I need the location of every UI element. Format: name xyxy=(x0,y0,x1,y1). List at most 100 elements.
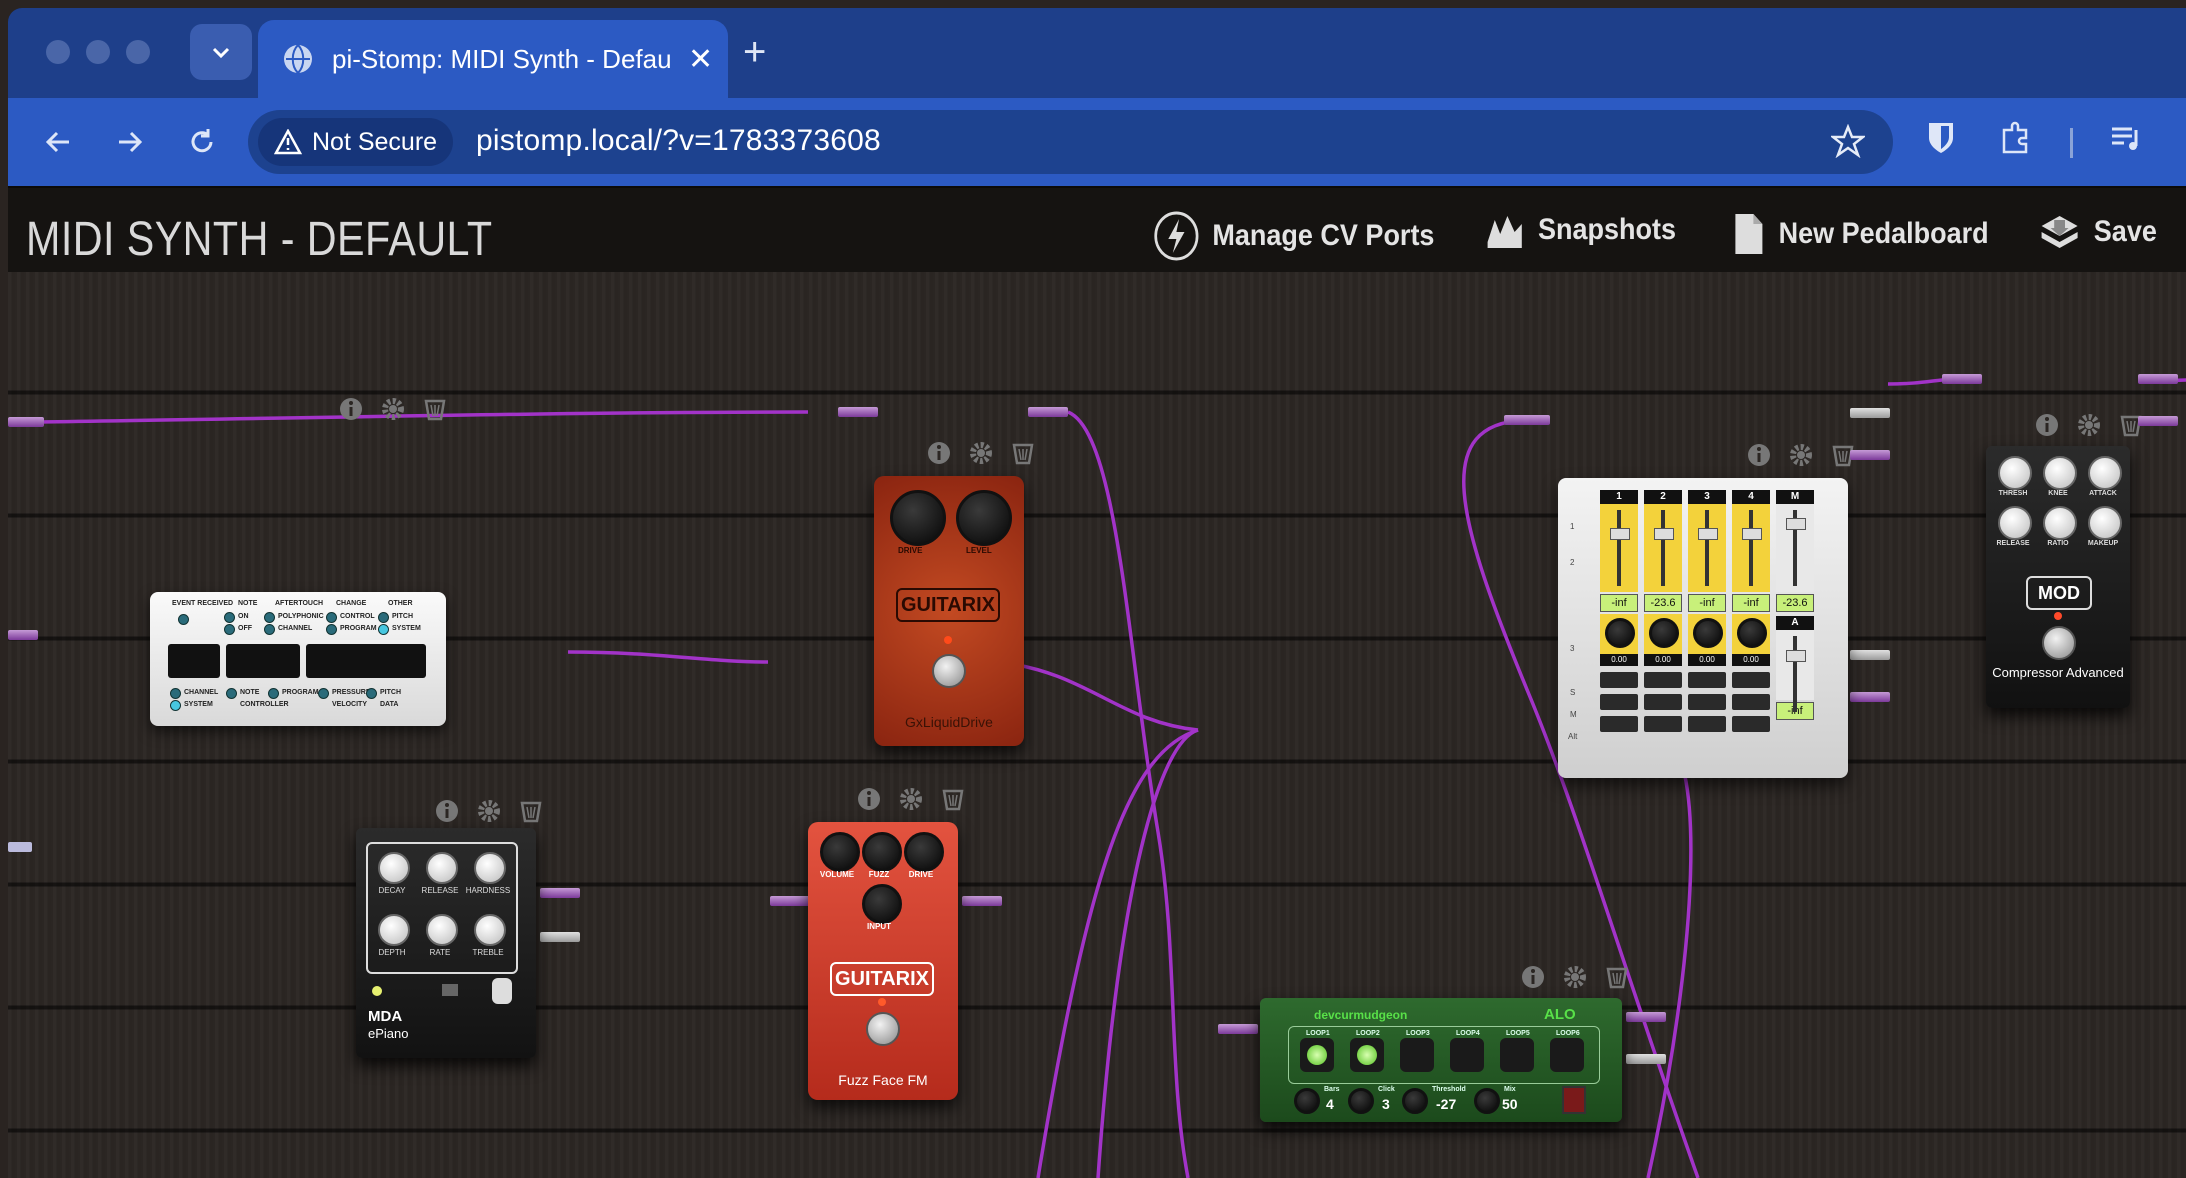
fader-cap[interactable] xyxy=(1610,528,1630,540)
back-button[interactable] xyxy=(34,118,82,166)
alt-button[interactable] xyxy=(1688,716,1726,732)
info-icon[interactable] xyxy=(1520,964,1546,990)
alt-button[interactable] xyxy=(1600,716,1638,732)
gear-icon[interactable] xyxy=(1562,964,1588,990)
alo-output-jack-2[interactable] xyxy=(1626,1054,1666,1064)
pan-knob[interactable] xyxy=(1693,618,1723,648)
drive-input-jack[interactable] xyxy=(838,407,878,417)
manage-cv-ports-button[interactable]: Manage CV Ports xyxy=(1153,210,1434,262)
mixer-output-jack[interactable] xyxy=(1850,408,1890,418)
info-icon[interactable] xyxy=(2034,412,2060,438)
save-button[interactable]: Save xyxy=(2038,210,2157,254)
loop-4-button[interactable] xyxy=(1450,1038,1484,1072)
mute-button[interactable] xyxy=(1732,694,1770,710)
threshold-knob[interactable] xyxy=(1402,1088,1428,1114)
loop-3-button[interactable] xyxy=(1400,1038,1434,1072)
thresh-knob[interactable] xyxy=(1998,456,2032,490)
bookmark-star-icon[interactable] xyxy=(1831,124,1865,158)
extensions-puzzle-icon[interactable] xyxy=(1998,120,2034,156)
send-button[interactable] xyxy=(1732,672,1770,688)
level-fader[interactable] xyxy=(1732,504,1770,592)
info-icon[interactable] xyxy=(1746,442,1772,468)
pan-knob[interactable] xyxy=(1649,618,1679,648)
security-chip[interactable]: Not Secure xyxy=(258,118,454,166)
fuzz-knob[interactable] xyxy=(862,832,902,872)
forward-button[interactable] xyxy=(106,118,154,166)
window-minimize-dot[interactable] xyxy=(86,40,110,64)
tab-search-button[interactable] xyxy=(190,24,252,80)
window-close-dot[interactable] xyxy=(46,40,70,64)
mute-button[interactable] xyxy=(1600,694,1638,710)
gx-liquid-drive-pedal[interactable]: DRIVE LEVEL GUITARIX GxLiquidDrive xyxy=(874,476,1024,746)
trash-icon[interactable] xyxy=(940,786,966,812)
gear-icon[interactable] xyxy=(968,440,994,466)
alo-output-jack[interactable] xyxy=(1626,1012,1666,1022)
compressor-advanced-pedal[interactable]: THRESH KNEE ATTACK RELEASE RATIO MAKEUP … xyxy=(1986,446,2130,708)
treble-knob[interactable] xyxy=(474,914,506,946)
release-knob[interactable] xyxy=(426,852,458,884)
system-cv-plug[interactable] xyxy=(8,842,32,852)
knee-knob[interactable] xyxy=(2043,456,2077,490)
fader-cap[interactable] xyxy=(1698,528,1718,540)
send-button[interactable] xyxy=(1688,672,1726,688)
info-icon[interactable] xyxy=(338,396,364,422)
trash-icon[interactable] xyxy=(1604,964,1630,990)
pan-control[interactable] xyxy=(1600,614,1638,654)
alt-button[interactable] xyxy=(1644,716,1682,732)
level-knob[interactable] xyxy=(956,490,1012,546)
compressor-output-jack[interactable] xyxy=(2138,374,2178,384)
pan-knob[interactable] xyxy=(1605,618,1635,648)
level-fader[interactable] xyxy=(1600,504,1638,592)
gear-icon[interactable] xyxy=(380,396,406,422)
hardness-knob[interactable] xyxy=(474,852,506,884)
mixer-input-jack[interactable] xyxy=(1504,415,1550,425)
pan-knob[interactable] xyxy=(1737,618,1767,648)
gear-icon[interactable] xyxy=(476,798,502,824)
rate-knob[interactable] xyxy=(426,914,458,946)
system-midi-plug[interactable] xyxy=(8,630,38,640)
drive-knob[interactable] xyxy=(890,490,946,546)
level-fader[interactable] xyxy=(1644,504,1682,592)
compressor-output-jack-2[interactable] xyxy=(2138,416,2178,426)
epiano-output-jack[interactable] xyxy=(540,888,580,898)
alo-looper-pedal[interactable]: devcurmudgeon ALO LOOP1 LOOP2 LOOP3 LOOP… xyxy=(1260,998,1622,1122)
master-fader[interactable] xyxy=(1776,504,1814,592)
bypass-footswitch[interactable] xyxy=(2042,626,2076,660)
decay-knob[interactable] xyxy=(378,852,410,884)
reset-switch[interactable] xyxy=(1562,1086,1586,1114)
pan-control[interactable] xyxy=(1644,614,1682,654)
info-icon[interactable] xyxy=(856,786,882,812)
fuzz-input-jack[interactable] xyxy=(770,896,810,906)
midi-display-pedal[interactable]: EVENT RECEIVED NOTE AFTERTOUCH CHANGE OT… xyxy=(150,592,446,726)
drive-output-jack[interactable] xyxy=(1028,407,1068,417)
address-bar[interactable]: Not Secure pistomp.local/?v=1783373608 xyxy=(248,110,1893,174)
bypass-switch[interactable] xyxy=(492,978,512,1004)
info-icon[interactable] xyxy=(926,440,952,466)
fader-cap[interactable] xyxy=(1654,528,1674,540)
gear-icon[interactable] xyxy=(898,786,924,812)
mixer-alt-output-jack-2[interactable] xyxy=(1850,692,1890,702)
compressor-input-jack[interactable] xyxy=(1942,374,1982,384)
fuzz-face-fm-pedal[interactable]: VOLUME FUZZ DRIVE INPUT GUITARIX Fuzz Fa… xyxy=(808,822,958,1100)
pan-control[interactable] xyxy=(1732,614,1770,654)
alt-button[interactable] xyxy=(1732,716,1770,732)
loop-6-button[interactable] xyxy=(1550,1038,1584,1072)
active-tab[interactable]: pi-Stomp: MIDI Synth - Defau ✕ xyxy=(258,20,728,98)
volume-knob[interactable] xyxy=(820,832,860,872)
input-knob[interactable] xyxy=(862,884,902,924)
window-zoom-dot[interactable] xyxy=(126,40,150,64)
mixer-output-jack-2[interactable] xyxy=(1850,450,1890,460)
mix-knob[interactable] xyxy=(1474,1088,1500,1114)
bitwarden-shield-icon[interactable] xyxy=(1926,120,1956,156)
trash-icon[interactable] xyxy=(1010,440,1036,466)
bars-knob[interactable] xyxy=(1294,1088,1320,1114)
release-knob[interactable] xyxy=(1998,506,2032,540)
bypass-footswitch[interactable] xyxy=(932,654,966,688)
loop-1-button[interactable] xyxy=(1300,1038,1334,1072)
loop-5-button[interactable] xyxy=(1500,1038,1534,1072)
trash-icon[interactable] xyxy=(518,798,544,824)
alo-input-jack[interactable] xyxy=(1218,1024,1258,1034)
attack-knob[interactable] xyxy=(2088,456,2122,490)
depth-knob[interactable] xyxy=(378,914,410,946)
drive-knob[interactable] xyxy=(904,832,944,872)
